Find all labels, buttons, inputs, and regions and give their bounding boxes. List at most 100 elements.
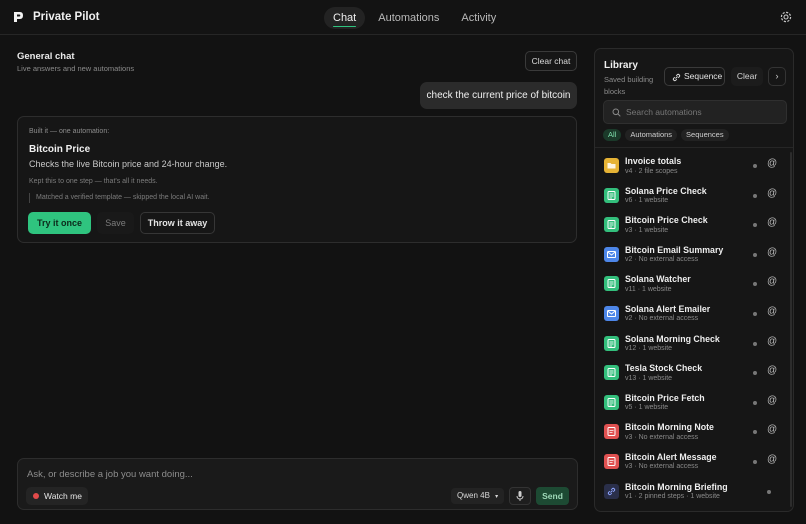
step-note: Kept this to one step — that's all it ne… [29,178,158,185]
microphone-icon [516,491,524,501]
library-item-name: Bitcoin Price Check [625,215,708,226]
library-item-name: Bitcoin Morning Briefing [625,481,728,492]
automation-result-card: Built it — one automation: Bitcoin Price… [17,116,577,243]
status-dot-icon [767,489,771,494]
library-item[interactable]: Bitcoin Price Fetch v5 · 1 website @ [595,389,793,419]
library-item[interactable]: Bitcoin Morning Note v3 · No external acc… [595,418,793,448]
status-dot-icon [753,282,757,287]
library-subtitle: Saved building blocks [604,75,654,96]
watch-me-button[interactable]: Watch me [26,487,88,505]
library-item-meta: v3 · No external access [625,433,699,441]
mention-icon[interactable]: @ [767,247,777,258]
library-item-meta: v3 · 1 website [625,226,669,234]
mention-icon[interactable]: @ [767,217,777,228]
gear-icon[interactable] [779,10,793,24]
model-label: Qwen 4B [457,491,490,500]
mail-icon [604,305,619,321]
library-panel: Library Saved building blocks Sequence C… [594,48,794,512]
library-item-meta: v2 · No external access [625,256,699,264]
mention-icon[interactable]: @ [767,365,777,376]
library-item-name: Bitcoin Price Fetch [625,392,705,403]
library-item[interactable]: Solana Watcher v11 · 1 website @ [595,270,793,300]
watch-me-label: Watch me [44,491,82,501]
try-once-button[interactable]: Try it once [28,212,91,234]
library-item-name: Solana Alert Emailer [625,303,711,314]
library-title: Library [604,60,638,71]
main-tabs: Chat Automations Activity [324,7,505,29]
status-dot-icon [753,400,757,405]
message-composer[interactable]: Ask, or describe a job you want doing...… [17,458,578,510]
library-item-name: Solana Morning Check [625,333,720,344]
filter-automations[interactable]: Automations [625,129,678,141]
collapse-panel-button[interactable]: › [768,67,786,86]
built-label: Built it — one automation: [29,128,110,135]
model-select[interactable]: Qwen 4B ▾ [451,488,505,504]
library-item-meta: v6 · 1 website [625,197,669,205]
clear-chat-button[interactable]: Clear chat [525,51,577,71]
tab-activity[interactable]: Activity [452,7,505,29]
library-item-meta: v5 · 1 website [625,404,669,412]
mention-icon[interactable]: @ [767,336,777,347]
document-icon [604,335,619,351]
status-dot-icon [753,371,757,376]
library-list: Invoice totals v4 · 2 file scopes @ Solana … [595,152,793,508]
throw-away-button[interactable]: Throw it away [140,212,215,234]
mention-icon[interactable]: @ [767,395,777,406]
sequence-label: Sequence [684,71,723,81]
template-note: Matched a verified template — skipped th… [29,193,210,203]
tab-automations[interactable]: Automations [369,7,448,29]
status-dot-icon [753,459,757,464]
library-item-name: Invoice totals [625,156,682,166]
status-dot-icon [753,193,757,198]
send-button[interactable]: Send [536,487,569,505]
folder-icon [604,158,619,173]
app-title: Private Pilot [33,11,100,23]
mention-icon[interactable]: @ [767,276,777,287]
record-dot-icon [33,493,39,499]
search-input[interactable]: Search automations [603,100,787,124]
library-item[interactable]: Solana Price Check v6 · 1 website @ [595,182,793,212]
user-message-bubble: check the current price of bitcoin [420,82,577,109]
clear-library-button[interactable]: Clear [731,67,763,86]
library-item[interactable]: Invoice totals v4 · 2 file scopes @ [595,152,793,182]
library-item[interactable]: Bitcoin Morning Briefing v1 · 2 pinned st… [595,478,793,508]
library-item[interactable]: Solana Morning Check v12 · 1 website @ [595,330,793,360]
note-icon [604,424,619,440]
mention-icon[interactable]: @ [767,306,777,317]
library-scrollbar[interactable] [790,152,792,507]
library-item-name: Solana Watcher [625,274,691,285]
library-item[interactable]: Bitcoin Email Summary v2 · No external ac… [595,241,793,271]
tab-chat[interactable]: Chat [324,7,366,29]
library-item[interactable]: Tesla Stock Check v13 · 1 website @ [595,359,793,389]
library-item[interactable]: Bitcoin Price Check v3 · 1 website @ [595,211,793,241]
document-icon [604,365,619,381]
mention-icon[interactable]: @ [767,454,777,465]
save-button[interactable]: Save [97,212,134,234]
chat-subtitle: Live answers and new automations [17,64,135,73]
mention-icon[interactable]: @ [767,424,777,435]
library-item-name: Bitcoin Morning Note [625,422,714,433]
library-item[interactable]: Bitcoin Alert Message v3 · No external ac… [595,448,793,478]
document-icon [604,187,619,203]
automation-name: Bitcoin Price [29,144,91,155]
mention-icon[interactable]: @ [767,188,777,199]
library-item-name: Solana Price Check [625,185,707,196]
filter-all[interactable]: All [603,129,622,141]
library-item[interactable]: Solana Alert Emailer v2 · No external acc… [595,300,793,330]
status-dot-icon [753,164,757,168]
filter-sequences[interactable]: Sequences [681,129,729,141]
library-item-name: Bitcoin Email Summary [625,244,724,255]
microphone-button[interactable] [509,487,531,505]
composer-input[interactable]: Ask, or describe a job you want doing... [27,469,193,480]
library-item-meta: v11 · 1 website [625,285,672,293]
status-dot-icon [753,223,757,228]
library-item-meta: v13 · 1 website [625,374,673,382]
chevron-right-icon: › [775,71,779,81]
status-dot-icon [753,252,757,257]
library-filters: All Automations Sequences [603,129,729,141]
new-sequence-button[interactable]: Sequence [664,67,725,86]
chat-title: General chat [17,51,75,62]
document-icon [604,394,619,410]
library-item-meta: v2 · No external access [625,315,699,323]
mention-icon[interactable]: @ [767,158,777,169]
